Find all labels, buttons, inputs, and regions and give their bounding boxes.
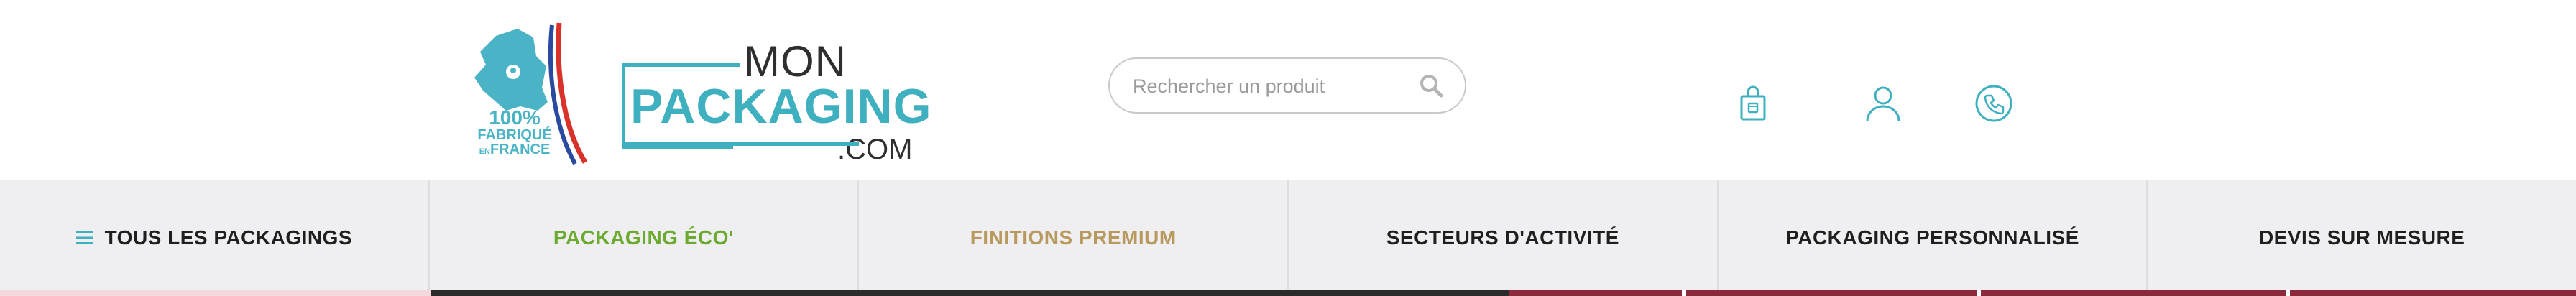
contact-phone-button[interactable] <box>1974 83 2014 124</box>
search-icon <box>1420 75 1443 98</box>
nav-label-eco-packaging: PACKAGING ÉCO' <box>553 226 735 249</box>
page: 100% FABRIQUÉ ENFRANCE MON PACKAGING .CO… <box>0 0 2576 296</box>
nav-label-all-packagings: TOUS LES PACKAGINGS <box>104 226 353 249</box>
nav-item-business-sectors[interactable]: SECTEURS D'ACTIVITÉ <box>1289 180 1719 296</box>
wordmark-frame-right <box>625 63 859 146</box>
nav-item-custom-packaging[interactable]: PACKAGING PERSONNALISÉ <box>1719 180 2148 296</box>
main-navigation: TOUS LES PACKAGINGS PACKAGING ÉCO' FINIT… <box>0 180 2576 296</box>
nav-item-eco-packaging[interactable]: PACKAGING ÉCO' <box>430 180 860 296</box>
nav-label-custom-packaging: PACKAGING PERSONNALISÉ <box>1785 226 2079 249</box>
cart-button[interactable] <box>1733 83 1773 124</box>
badge-percent: 100% <box>489 106 540 129</box>
badge-en-label: EN <box>479 147 490 156</box>
user-account-icon <box>1866 86 1900 121</box>
badge-line-fabrique: FABRIQUÉ <box>477 127 552 143</box>
site-header: 100% FABRIQUÉ ENFRANCE MON PACKAGING .CO… <box>0 0 2576 180</box>
menu-icon <box>75 231 93 244</box>
search-input[interactable] <box>1131 69 1414 103</box>
brand-wordmark: MON PACKAGING .COM <box>622 40 932 164</box>
hero-image-strip <box>0 290 2576 296</box>
nav-label-premium-finishes: FINITIONS PREMIUM <box>970 226 1177 249</box>
phone-icon <box>1975 85 2012 122</box>
nav-label-custom-quote: DEVIS SUR MESURE <box>2258 226 2465 249</box>
site-logo[interactable]: 100% FABRIQUÉ ENFRANCE MON PACKAGING .CO… <box>467 22 932 165</box>
nav-label-business-sectors: SECTEURS D'ACTIVITÉ <box>1386 226 1619 249</box>
badge-france-label: FRANCE <box>489 142 551 157</box>
shopping-bag-icon <box>1740 85 1766 121</box>
nav-item-all-packagings[interactable]: TOUS LES PACKAGINGS <box>0 180 430 296</box>
search-bar <box>1108 57 1466 114</box>
made-in-france-badge: 100% FABRIQUÉ ENFRANCE <box>467 22 591 165</box>
badge-line-france: ENFRANCE <box>472 142 558 157</box>
account-button[interactable] <box>1863 83 1903 124</box>
nav-item-custom-quote[interactable]: DEVIS SUR MESURE <box>2148 180 2576 296</box>
nav-item-premium-finishes[interactable]: FINITIONS PREMIUM <box>859 180 1289 296</box>
search-button[interactable] <box>1417 72 1446 101</box>
